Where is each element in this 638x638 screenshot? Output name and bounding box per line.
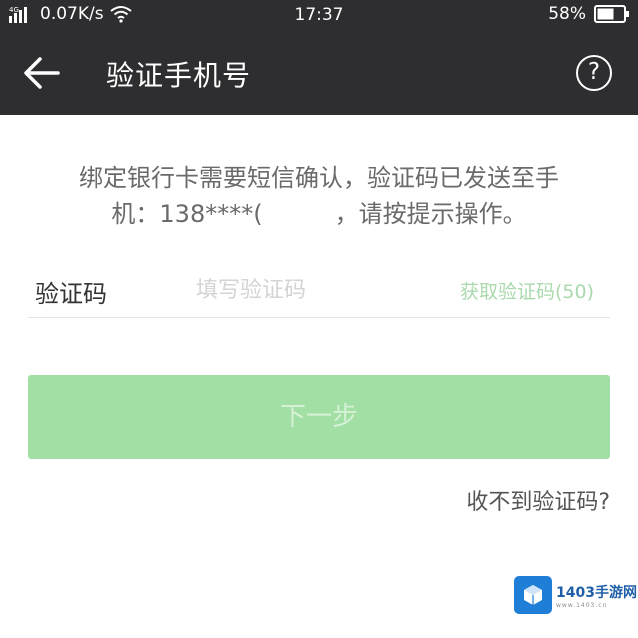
status-bar: 4G 0.07K/s 17:37 58%: [0, 0, 638, 30]
watermark-logo-icon: [514, 576, 552, 614]
watermark-text: 1403手游网 www.1403.cn: [556, 582, 637, 609]
masked-phone: 138****(: [159, 200, 263, 228]
sms-notice: 绑定银行卡需要短信确认，验证码已发送至手 机：138****( ，请按提示操作。: [28, 160, 610, 232]
help-icon[interactable]: ?: [576, 55, 612, 91]
verification-code-row: 验证码 获取验证码(50): [28, 262, 610, 318]
notice-prefix: 机：: [111, 200, 160, 228]
code-label: 验证码: [35, 280, 107, 308]
code-input[interactable]: [196, 272, 426, 308]
get-code-button[interactable]: 获取验证码(50): [460, 277, 594, 304]
nav-bar: 验证手机号 ?: [0, 30, 638, 115]
watermark-subtitle: www.1403.cn: [556, 601, 608, 609]
watermark: 1403手游网 www.1403.cn: [514, 576, 637, 614]
no-code-link[interactable]: 收不到验证码?: [466, 484, 610, 516]
battery-icon: [594, 5, 629, 23]
notice-line-2: 机：138****( ，请按提示操作。: [28, 196, 610, 232]
notice-suffix: ，请按提示操作。: [334, 200, 527, 228]
page-title: 验证手机号: [106, 59, 252, 92]
status-right: 58%: [548, 4, 630, 24]
next-button[interactable]: 下一步: [28, 375, 610, 459]
back-arrow-icon[interactable]: [22, 56, 62, 90]
battery-percent: 58%: [548, 4, 586, 24]
watermark-title: 1403手游网: [556, 584, 637, 601]
notice-line-1: 绑定银行卡需要短信确认，验证码已发送至手: [79, 164, 559, 192]
status-time: 17:37: [294, 5, 344, 25]
